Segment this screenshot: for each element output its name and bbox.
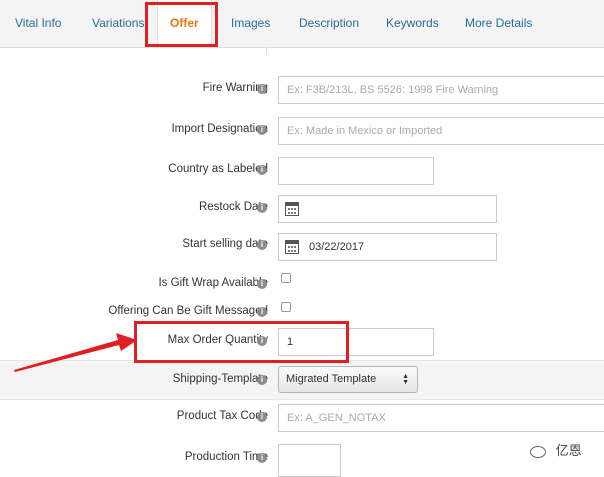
watermark-text: 亿恩 xyxy=(555,443,582,458)
annotation-arrow-icon xyxy=(14,333,137,372)
watermark: 亿恩 xyxy=(530,440,582,459)
wechat-icon xyxy=(530,445,546,458)
